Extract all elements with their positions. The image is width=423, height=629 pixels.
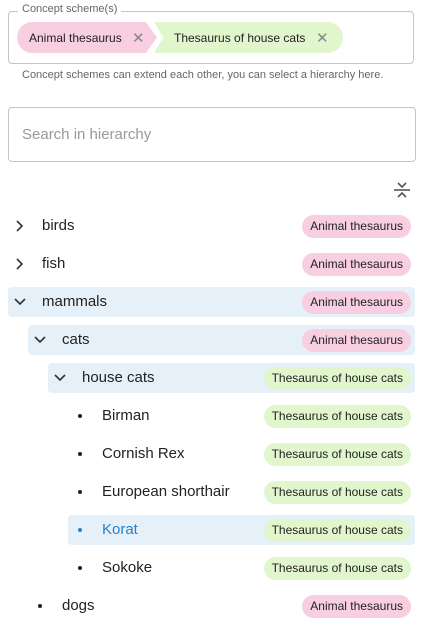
tree-item[interactable]: Korat Thesaurus of house cats <box>68 515 415 545</box>
scheme-badge: Thesaurus of house cats <box>263 443 411 466</box>
tree-item-label: fish <box>42 255 66 272</box>
leaf-bullet-icon <box>78 452 82 456</box>
scheme-badge: Animal thesaurus <box>302 215 411 238</box>
leaf-bullet-icon <box>78 566 82 570</box>
concept-scheme-legend: Concept scheme(s) <box>18 2 122 16</box>
tree-item[interactable]: fish Animal thesaurus <box>8 249 415 279</box>
scheme-badge: Thesaurus of house cats <box>263 557 411 580</box>
leaf-bullet-icon <box>78 414 82 418</box>
tree-item-label: Cornish Rex <box>102 445 185 462</box>
tree-item[interactable]: Cornish Rex Thesaurus of house cats <box>68 439 415 469</box>
tree-item[interactable]: European shorthair Thesaurus of house cat… <box>68 477 415 507</box>
tree-item-label: Korat <box>102 521 138 538</box>
search-input[interactable] <box>8 107 416 162</box>
tree-item-label: European shorthair <box>102 483 230 500</box>
scheme-badge: Animal thesaurus <box>302 329 411 352</box>
scheme-badge: Animal thesaurus <box>302 253 411 276</box>
chevron-right-icon[interactable] <box>12 218 28 234</box>
leaf-bullet-icon <box>78 528 82 532</box>
scheme-badge: Thesaurus of house cats <box>263 405 411 428</box>
helper-text: Concept schemes can extend each other, y… <box>22 69 384 81</box>
tree-item[interactable]: mammals Animal thesaurus <box>8 287 415 317</box>
leaf-bullet-icon <box>38 604 42 608</box>
leaf-bullet-icon <box>78 490 82 494</box>
chip-label: Thesaurus of house cats <box>174 30 306 45</box>
scheme-badge: Thesaurus of house cats <box>263 481 411 504</box>
tree-item-label: birds <box>42 217 75 234</box>
collapse-vertical-icon[interactable] <box>392 180 412 200</box>
tree-item-label: house cats <box>82 369 155 386</box>
scheme-badge: Animal thesaurus <box>302 595 411 618</box>
scheme-chip-animal-thesaurus[interactable]: Animal thesaurus ✕ <box>17 22 157 53</box>
chevron-down-icon[interactable] <box>12 294 28 310</box>
chevron-down-icon[interactable] <box>52 370 68 386</box>
tree-item[interactable]: cats Animal thesaurus <box>28 325 415 355</box>
chevron-right-icon[interactable] <box>12 256 28 272</box>
scheme-badge: Thesaurus of house cats <box>263 519 411 542</box>
tree-item-label: Sokoke <box>102 559 153 576</box>
tree-item[interactable]: dogs Animal thesaurus <box>28 591 415 621</box>
tree-item-label: Birman <box>102 407 150 424</box>
tree-item-label: cats <box>62 331 90 348</box>
chevron-down-icon[interactable] <box>32 332 48 348</box>
tree-item[interactable]: Birman Thesaurus of house cats <box>68 401 415 431</box>
scheme-chip-house-cats[interactable]: Thesaurus of house cats ✕ <box>154 22 343 53</box>
tree-item[interactable]: birds Animal thesaurus <box>8 211 415 241</box>
scheme-badge: Thesaurus of house cats <box>263 367 411 390</box>
close-icon[interactable]: ✕ <box>132 29 145 47</box>
tree-item-label: mammals <box>42 293 108 310</box>
chip-label: Animal thesaurus <box>29 30 122 45</box>
tree-item[interactable]: Sokoke Thesaurus of house cats <box>68 553 415 583</box>
close-icon[interactable]: ✕ <box>316 29 329 47</box>
tree-item[interactable]: house cats Thesaurus of house cats <box>48 363 415 393</box>
scheme-badge: Animal thesaurus <box>302 291 411 314</box>
tree-item-label: dogs <box>62 597 95 614</box>
